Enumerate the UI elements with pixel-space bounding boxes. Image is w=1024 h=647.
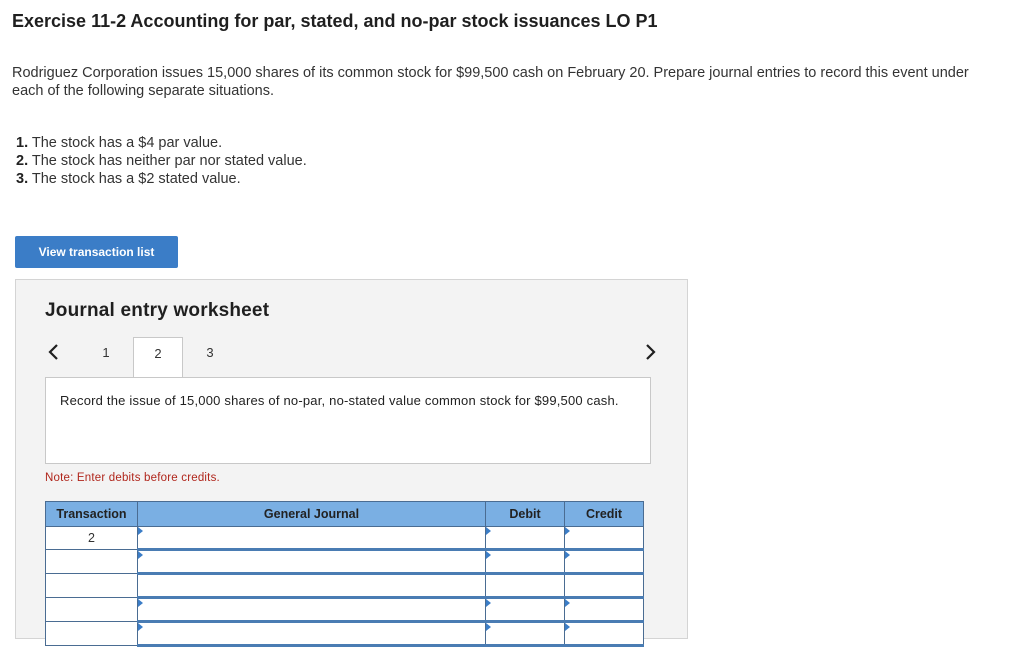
transaction-cell (45, 573, 138, 598)
dropdown-marker-icon (565, 599, 570, 607)
requirement-number: 3. (16, 171, 29, 187)
dropdown-marker-icon (138, 527, 143, 535)
debit-input[interactable] (485, 526, 565, 551)
table-row (45, 621, 644, 647)
tab-2[interactable]: 2 (133, 337, 183, 379)
credit-input[interactable] (564, 526, 644, 551)
dropdown-marker-icon (565, 551, 570, 559)
chevron-left-icon[interactable] (46, 342, 60, 362)
chevron-right-icon[interactable] (644, 342, 658, 362)
debit-input[interactable] (485, 597, 565, 623)
page-title: Exercise 11-2 Accounting for par, stated… (12, 11, 658, 31)
table-row: 2 (45, 526, 644, 551)
column-header-general-journal: General Journal (137, 501, 486, 527)
journal-table: Transaction General Journal Debit Credit… (45, 501, 644, 647)
table-header-row: Transaction General Journal Debit Credit (45, 501, 644, 527)
requirement-number: 1. (16, 135, 29, 151)
credit-input[interactable] (564, 597, 644, 623)
table-row (45, 549, 644, 575)
journal-entry-worksheet: Journal entry worksheet 1 2 3 Record the… (15, 279, 688, 647)
debit-input[interactable] (485, 573, 565, 599)
dropdown-marker-icon (138, 599, 143, 607)
view-transaction-list-button[interactable]: View transaction list (15, 236, 178, 268)
credit-input[interactable] (564, 573, 644, 599)
requirement-item: 3. The stock has a $2 stated value. (16, 170, 307, 188)
column-header-transaction: Transaction (45, 501, 138, 527)
entry-note: Note: Enter debits before credits. (45, 472, 220, 484)
dropdown-marker-icon (138, 551, 143, 559)
account-input[interactable] (137, 597, 486, 623)
requirement-item: 2. The stock has neither par nor stated … (16, 152, 307, 170)
problem-description: Rodriguez Corporation issues 15,000 shar… (12, 65, 969, 99)
tab-1[interactable]: 1 (81, 337, 131, 377)
tab-3[interactable]: 3 (185, 337, 235, 377)
requirement-text: The stock has neither par nor stated val… (31, 153, 307, 169)
transaction-cell (45, 621, 138, 646)
account-input[interactable] (137, 526, 486, 551)
table-row (45, 573, 644, 599)
requirements-list: 1. The stock has a $4 par value. 2. The … (16, 134, 307, 188)
transaction-cell: 2 (45, 526, 138, 550)
debit-input[interactable] (485, 621, 565, 647)
dropdown-marker-icon (486, 599, 491, 607)
dropdown-marker-icon (486, 623, 491, 631)
account-input[interactable] (137, 549, 486, 575)
transaction-cell (45, 549, 138, 574)
requirement-number: 2. (16, 153, 29, 169)
dropdown-marker-icon (565, 623, 570, 631)
requirement-text: The stock has a $4 par value. (31, 135, 223, 151)
table-row (45, 597, 644, 623)
transaction-cell (45, 597, 138, 622)
dropdown-marker-icon (138, 623, 143, 631)
dropdown-marker-icon (565, 527, 570, 535)
debit-input[interactable] (485, 549, 565, 575)
requirement-text: The stock has a $2 stated value. (31, 171, 241, 187)
dropdown-marker-icon (486, 527, 491, 535)
dropdown-marker-icon (486, 551, 491, 559)
entry-instructions: Record the issue of 15,000 shares of no-… (45, 377, 651, 464)
column-header-debit: Debit (485, 501, 565, 527)
credit-input[interactable] (564, 621, 644, 647)
account-input[interactable] (137, 573, 486, 599)
requirement-item: 1. The stock has a $4 par value. (16, 134, 307, 152)
column-header-credit: Credit (564, 501, 644, 527)
account-input[interactable] (137, 621, 486, 647)
worksheet-title: Journal entry worksheet (45, 300, 270, 321)
credit-input[interactable] (564, 549, 644, 575)
